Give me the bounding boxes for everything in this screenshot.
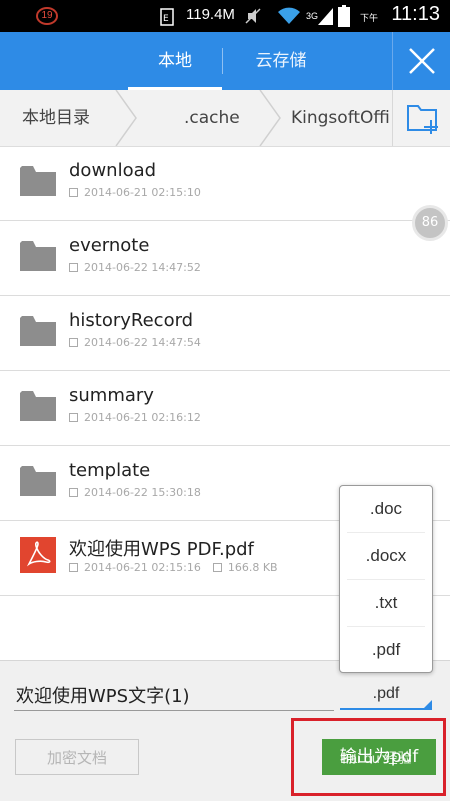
folder-icon (20, 316, 56, 346)
dropdown-option-pdf[interactable]: .pdf (340, 627, 432, 673)
close-button[interactable] (392, 32, 450, 90)
clock: 11:13 (391, 3, 440, 25)
list-item[interactable]: summary 2014-06-21 02:16:12 (0, 371, 450, 446)
dropdown-option-docx[interactable]: .docx (340, 533, 432, 579)
notification-badge: 19 (36, 7, 58, 25)
breadcrumb: 本地目录 .cache KingsoftOffi (0, 90, 450, 147)
file-name: download (69, 160, 157, 181)
file-meta: 2014-06-21 02:16:12 (69, 411, 201, 424)
chevron-right-icon (115, 90, 137, 146)
file-name: template (69, 460, 151, 481)
ampm-text: 下午 (360, 13, 379, 23)
signal-icon (318, 8, 333, 25)
folder-icon (20, 241, 56, 271)
file-size: 166.8 KB (212, 561, 278, 574)
mute-icon (245, 8, 261, 24)
dropdown-option-txt[interactable]: .txt (340, 580, 432, 626)
file-date: 2014-06-21 02:15:10 (84, 186, 201, 199)
file-date: 2014-06-22 15:30:18 (84, 486, 201, 499)
svg-text:E: E (163, 14, 169, 24)
extension-dropdown: .doc .docx .txt .pdf (339, 485, 433, 673)
watermark: Bai du 经验 (340, 750, 412, 766)
file-meta: 2014-06-22 14:47:52 (69, 261, 201, 274)
clock-icon (69, 338, 78, 347)
list-item[interactable]: historyRecord 2014-06-22 14:47:54 (0, 296, 450, 371)
file-date: 2014-06-21 02:15:16 (84, 561, 201, 574)
clock-icon (69, 413, 78, 422)
breadcrumb-item-root[interactable]: 本地目录 (22, 90, 90, 146)
chevron-right-icon (259, 90, 281, 146)
file-name: 欢迎使用WPS PDF.pdf (69, 539, 254, 560)
tab-cloud-storage[interactable]: 云存储 (222, 32, 340, 90)
extension-select[interactable]: .pdf (340, 680, 432, 710)
folder-icon (20, 166, 56, 196)
filename-input[interactable] (14, 680, 334, 711)
dropdown-option-doc[interactable]: .doc (340, 486, 432, 532)
network-type: 3G (306, 11, 319, 21)
folder-icon (20, 466, 56, 496)
status-bar: 19 E 119.4M 3G 下午 11:13 (0, 0, 450, 32)
file-size-text: 166.8 KB (227, 561, 278, 574)
file-meta: 2014-06-22 15:30:18 (69, 486, 201, 499)
wifi-icon (278, 7, 300, 24)
file-meta: 2014-06-21 02:15:10 (69, 186, 201, 199)
encrypt-document-button[interactable]: 加密文档 (15, 739, 139, 775)
clock-icon (69, 488, 78, 497)
clock-icon (69, 263, 78, 272)
battery-icon (338, 5, 350, 27)
sim-icon: E (160, 8, 174, 26)
file-name: historyRecord (69, 310, 194, 331)
folder-icon (20, 391, 56, 421)
breadcrumb-item-cache[interactable]: .cache (184, 90, 240, 146)
file-name: summary (69, 385, 154, 406)
file-date: 2014-06-22 14:47:52 (84, 261, 201, 274)
breadcrumb-item-kingsoft[interactable]: KingsoftOffi (291, 90, 390, 146)
file-size-icon (212, 563, 222, 572)
file-date: 2014-06-21 02:16:12 (84, 411, 201, 424)
new-folder-button[interactable] (392, 90, 450, 146)
file-meta: 2014-06-21 02:15:16 166.8 KB (69, 561, 278, 574)
clock-icon (69, 188, 78, 197)
new-folder-icon (407, 105, 438, 134)
file-meta: 2014-06-22 14:47:54 (69, 336, 201, 349)
close-icon (409, 48, 435, 74)
file-date: 2014-06-22 14:47:54 (84, 336, 201, 349)
floating-badge[interactable]: 86 (412, 205, 448, 241)
data-usage-text: 119.4M (186, 6, 235, 23)
tab-local[interactable]: 本地 (128, 32, 222, 90)
pdf-file-icon (20, 537, 56, 573)
clock-icon (69, 563, 78, 572)
header-bar: 本地 云存储 (0, 32, 450, 90)
extension-select-value: .pdf (372, 685, 400, 702)
file-name: evernote (69, 235, 150, 256)
dropdown-corner-icon (424, 700, 432, 708)
list-item[interactable]: download 2014-06-21 02:15:10 (0, 146, 450, 221)
list-item[interactable]: evernote 2014-06-22 14:47:52 (0, 221, 450, 296)
